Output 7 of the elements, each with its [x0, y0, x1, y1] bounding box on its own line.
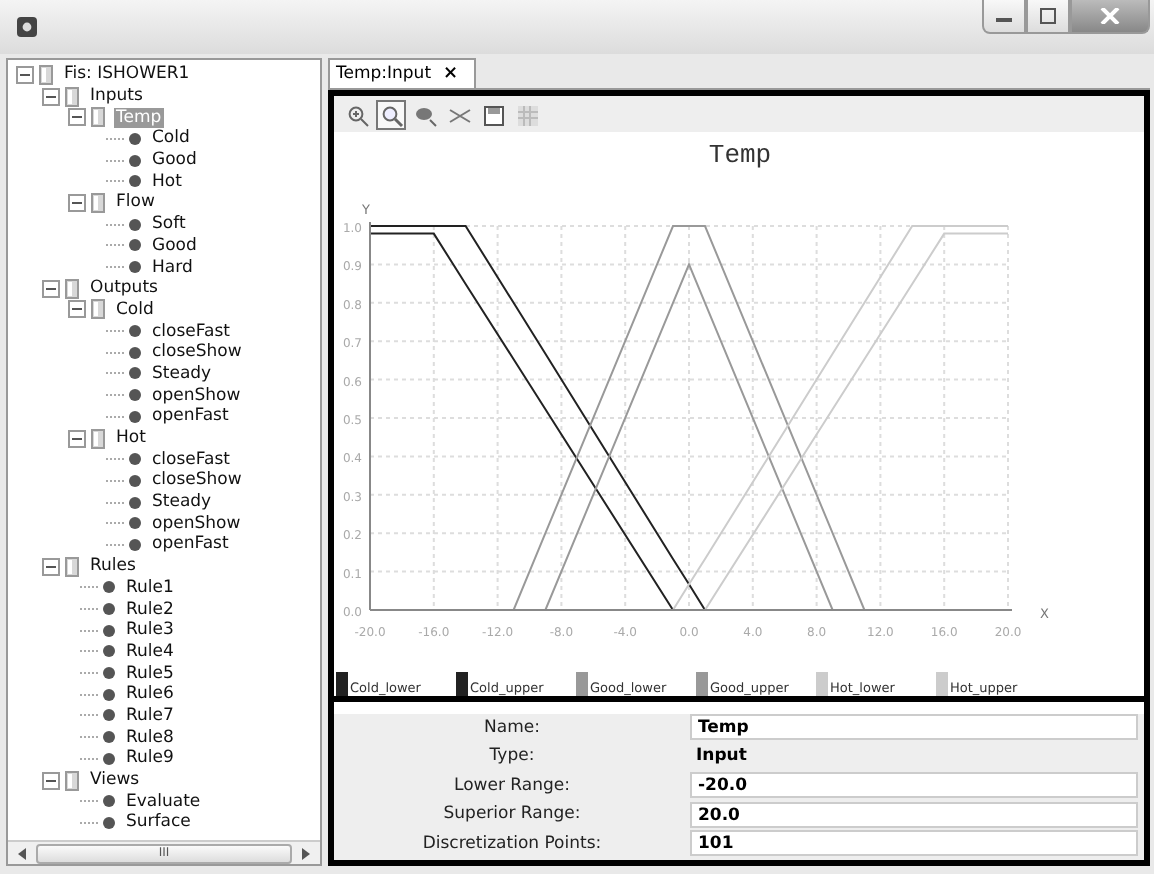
property-label: Type: — [487, 746, 537, 767]
property-label: Name: — [482, 717, 542, 738]
property-label: Lower Range: — [452, 775, 572, 796]
property-value: Input — [694, 743, 749, 770]
property-label: Superior Range: — [441, 804, 583, 825]
chart-title: Temp — [708, 140, 772, 170]
property-label: Discretization Points: — [420, 833, 604, 854]
